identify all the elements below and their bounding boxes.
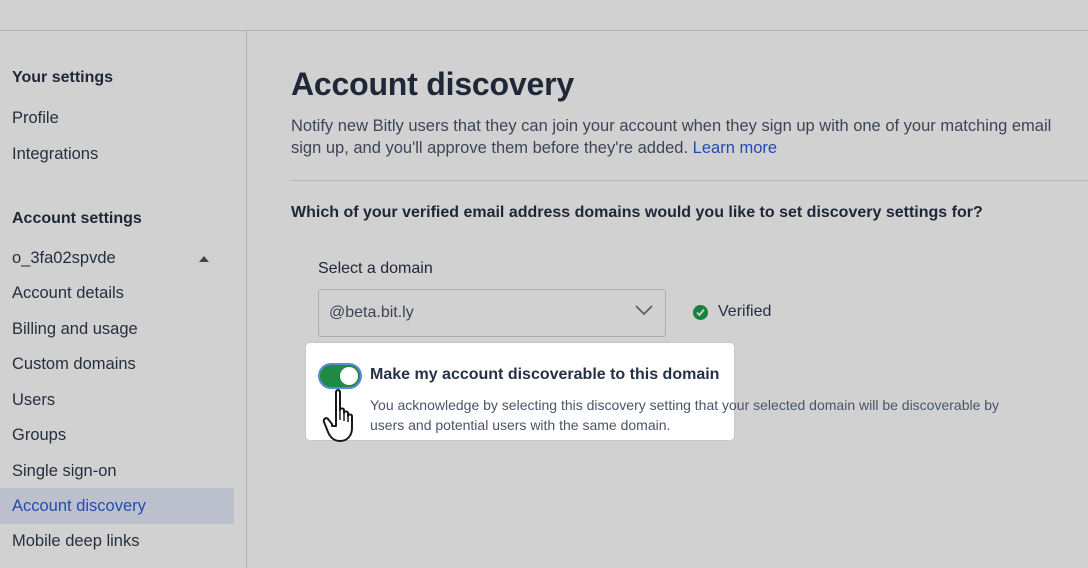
domain-question: Which of your verified email address dom… <box>291 204 983 221</box>
discoverable-toggle-description: You acknowledge by selecting this discov… <box>370 395 1088 435</box>
description-line-2: sign up, and you'll approve them before … <box>291 139 689 157</box>
page-title: Account discovery <box>291 66 574 102</box>
toggle-knob <box>340 367 358 385</box>
sidebar: Your settings Profile Integrations Accou… <box>0 31 247 568</box>
sidebar-item-integrations[interactable]: Integrations <box>12 145 98 164</box>
your-settings-heading: Your settings <box>12 69 114 86</box>
check-circle-icon <box>693 304 708 320</box>
verified-status: Verified <box>693 303 771 321</box>
description-line-1: Notify new Bitly users that they can joi… <box>291 117 1052 135</box>
sidebar-item-users[interactable]: Users <box>12 391 55 410</box>
caret-up-icon[interactable] <box>199 256 209 262</box>
sidebar-item-groups[interactable]: Groups <box>12 426 66 445</box>
select-domain-label: Select a domain <box>318 260 433 277</box>
sidebar-item-billing[interactable]: Billing and usage <box>12 320 138 339</box>
org-switcher[interactable]: o_3fa02spvde <box>12 249 116 268</box>
hand-pointer-icon <box>322 389 353 442</box>
page-description: Notify new Bitly users that they can joi… <box>291 115 1088 159</box>
sidebar-item-account-discovery[interactable]: Account discovery <box>12 497 146 516</box>
domain-select[interactable]: @beta.bit.ly <box>318 289 666 337</box>
discoverable-toggle[interactable] <box>318 363 362 389</box>
sidebar-item-account-details[interactable]: Account details <box>12 284 124 303</box>
sidebar-item-mobile-deep-links[interactable]: Mobile deep links <box>12 532 140 551</box>
sidebar-item-profile[interactable]: Profile <box>12 109 59 128</box>
verified-label: Verified <box>718 303 772 320</box>
top-bar <box>0 0 1088 31</box>
main-content: Account discovery Notify new Bitly users… <box>248 31 1088 568</box>
sidebar-item-custom-domains[interactable]: Custom domains <box>12 355 136 374</box>
domain-select-value: @beta.bit.ly <box>329 304 414 321</box>
account-settings-heading: Account settings <box>12 210 142 227</box>
toggle-desc-line-1: You acknowledge by selecting this discov… <box>370 397 1000 413</box>
divider <box>291 180 1088 181</box>
sidebar-item-sso[interactable]: Single sign-on <box>12 462 117 481</box>
chevron-down-icon <box>635 305 653 316</box>
discoverable-setting-card: Make my account discoverable to this dom… <box>306 343 999 440</box>
toggle-desc-line-2: users and potential users with the same … <box>370 417 671 433</box>
discoverable-toggle-title: Make my account discoverable to this dom… <box>370 366 720 383</box>
learn-more-link[interactable]: Learn more <box>693 139 777 157</box>
